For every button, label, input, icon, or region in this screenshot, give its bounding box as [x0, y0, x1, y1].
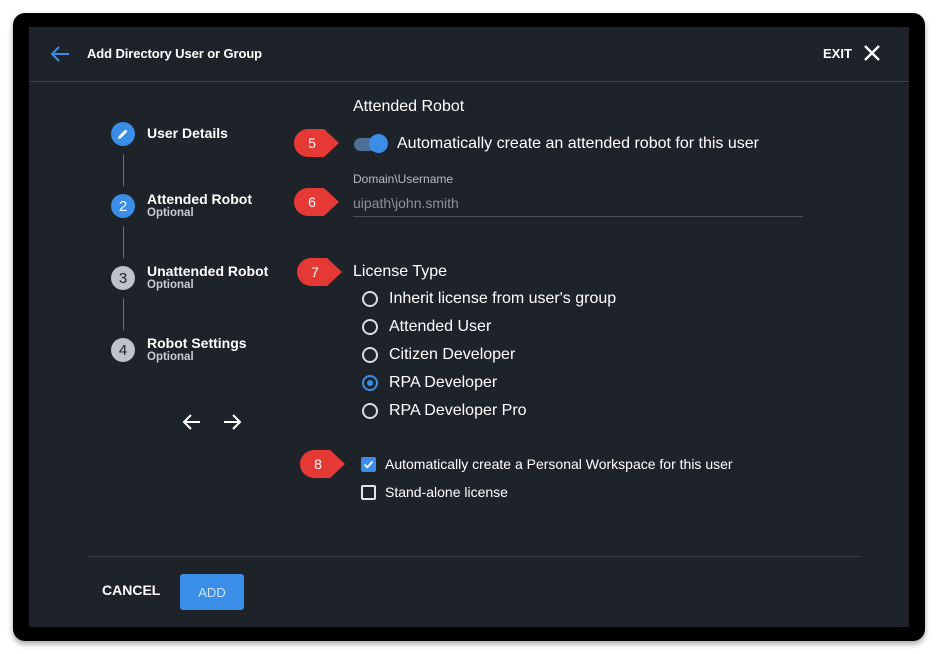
step-2-subtitle: Optional: [147, 207, 194, 219]
step-4-circle[interactable]: 4: [111, 338, 135, 362]
radio-label[interactable]: Citizen Developer: [389, 346, 515, 364]
toggle-knob: [369, 134, 388, 153]
exit-button[interactable]: EXIT: [823, 46, 852, 61]
radio-label[interactable]: Inherit license from user's group: [389, 290, 616, 308]
checkbox-label[interactable]: Stand-alone license: [385, 484, 508, 500]
callout-label: 6: [308, 194, 316, 210]
step-2-circle[interactable]: 2: [111, 194, 135, 218]
radio-rpa-developer-pro[interactable]: [362, 403, 378, 419]
step-connector: [123, 298, 124, 330]
add-button[interactable]: ADD: [180, 574, 244, 610]
step-2-title[interactable]: Attended Robot: [147, 191, 252, 207]
radio-rpa-developer[interactable]: [362, 375, 378, 391]
domain-username-label: Domain\Username: [353, 172, 454, 186]
step-4-subtitle: Optional: [147, 351, 194, 363]
callout-label: 8: [314, 456, 322, 472]
footer-divider: [87, 556, 860, 557]
back-arrow-icon[interactable]: [49, 44, 71, 64]
dialog-title: Add Directory User or Group: [87, 46, 262, 61]
close-icon[interactable]: [863, 44, 881, 62]
license-type-heading: License Type: [353, 263, 447, 280]
radio-label[interactable]: RPA Developer Pro: [389, 402, 527, 420]
cancel-button[interactable]: CANCEL: [102, 582, 160, 598]
callout-label: 5: [308, 135, 316, 151]
step-3-circle[interactable]: 3: [111, 266, 135, 290]
input-underline: [353, 216, 803, 217]
next-arrow-icon[interactable]: [222, 412, 242, 432]
attended-robot-toggle[interactable]: [352, 134, 390, 154]
radio-label[interactable]: RPA Developer: [389, 374, 497, 392]
pencil-icon: [118, 129, 128, 139]
domain-username-input[interactable]: uipath\john.smith: [353, 195, 803, 211]
callout-label: 7: [311, 264, 319, 280]
step-connector: [123, 226, 124, 258]
standalone-license-checkbox[interactable]: [361, 485, 376, 500]
step-1-circle[interactable]: [111, 122, 135, 146]
step-3-title[interactable]: Unattended Robot: [147, 263, 268, 279]
previous-arrow-icon[interactable]: [182, 412, 202, 432]
radio-attended-user[interactable]: [362, 319, 378, 335]
toggle-label: Automatically create an attended robot f…: [397, 135, 759, 152]
checkmark-icon: [363, 460, 374, 469]
header-divider: [29, 81, 909, 82]
step-3-subtitle: Optional: [147, 279, 194, 291]
dialog-panel: Add Directory User or Group EXIT User De…: [29, 27, 909, 627]
checkbox-label[interactable]: Automatically create a Personal Workspac…: [385, 456, 733, 472]
step-connector: [123, 154, 124, 186]
step-4-title[interactable]: Robot Settings: [147, 335, 247, 351]
attended-robot-heading: Attended Robot: [353, 98, 465, 115]
personal-workspace-checkbox[interactable]: [361, 457, 376, 472]
step-1-title[interactable]: User Details: [147, 125, 228, 141]
radio-label[interactable]: Attended User: [389, 318, 491, 336]
radio-inherit-license[interactable]: [362, 291, 378, 307]
radio-citizen-developer[interactable]: [362, 347, 378, 363]
